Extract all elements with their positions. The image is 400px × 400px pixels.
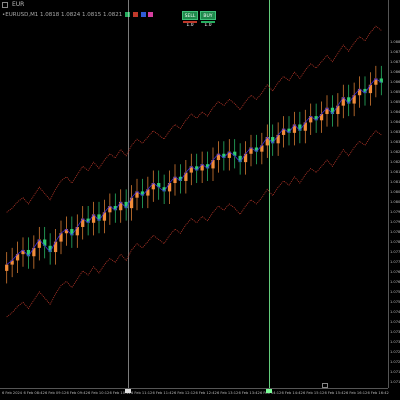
price-label: 1.0775	[390, 250, 400, 254]
time-axis[interactable]: 6 Feb 2024 6 Feb 08:42 6 Feb 09:12 6 Feb 09…	[0, 388, 389, 400]
price-label: 1.0865	[390, 70, 400, 74]
sell-button[interactable]: SELL 1.0	[182, 11, 198, 28]
price-label: 1.0710	[390, 380, 400, 384]
price-label: 1.0735	[390, 330, 400, 334]
price-label: 1.0760	[390, 280, 400, 284]
color-swatch-blue	[140, 12, 146, 17]
price-label: 1.0875	[390, 50, 400, 54]
time-label: 6 Feb 11:42	[152, 391, 174, 395]
time-label: 6 Feb 09:12	[45, 391, 67, 395]
time-label: 6 Feb 10:12	[88, 391, 110, 395]
time-label: 6 Feb 15:12	[303, 391, 325, 395]
envelope-lower-line	[6, 130, 382, 318]
price-label: 1.0730	[390, 340, 400, 344]
price-label: 1.0740	[390, 320, 400, 324]
price-label: 1.0795	[390, 210, 400, 214]
price-label: 1.0810	[390, 180, 400, 184]
price-label: 1.0800	[390, 200, 400, 204]
price-label: 1.0830	[390, 140, 400, 144]
time-label: 6 Feb 12:42	[195, 391, 217, 395]
time-label: 6 Feb 14:42	[281, 391, 303, 395]
time-label: 6 Feb 15:42	[324, 391, 346, 395]
chart-info: •EURUSD,M1 1.0818 1.0824 1.0815 1.0821	[2, 10, 154, 20]
time-label: 6 Feb 08:42	[23, 391, 45, 395]
price-label: 1.0855	[390, 90, 400, 94]
window-title: EUR	[12, 1, 25, 8]
price-label: 1.0835	[390, 130, 400, 134]
price-label: 1.0715	[390, 370, 400, 374]
buy-button[interactable]: BUY 1.0	[200, 11, 216, 28]
price-label: 1.0750	[390, 300, 400, 304]
price-label: 1.0825	[390, 150, 400, 154]
time-label: 6 Feb 13:12	[217, 391, 239, 395]
price-label: 1.0820	[390, 160, 400, 164]
time-label: 6 Feb 16:42	[367, 391, 389, 395]
time-marker-separator-2	[266, 389, 272, 393]
price-label: 1.0765	[390, 270, 400, 274]
price-label: 1.0755	[390, 290, 400, 294]
time-label: 6 Feb 13:42	[238, 391, 260, 395]
envelope-upper-line	[6, 25, 382, 213]
price-label: 1.0725	[390, 350, 400, 354]
candle-body	[5, 264, 9, 271]
color-swatch-red	[132, 12, 138, 17]
color-swatch-pink	[148, 12, 154, 17]
symbol-info: •EURUSD,M1 1.0818 1.0824 1.0815 1.0821	[2, 12, 123, 18]
price-label: 1.0860	[390, 80, 400, 84]
price-label: 1.0840	[390, 120, 400, 124]
price-label: 1.0850	[390, 100, 400, 104]
price-label: 1.0805	[390, 190, 400, 194]
price-label: 1.0815	[390, 170, 400, 174]
time-label: 6 Feb 09:42	[66, 391, 88, 395]
time-label: 6 Feb 12:12	[174, 391, 196, 395]
window-title-bar: EUR	[0, 0, 400, 10]
time-label: 6 Feb 16:12	[346, 391, 368, 395]
price-label: 1.0720	[390, 360, 400, 364]
time-label: 6 Feb 2024	[2, 391, 23, 395]
price-label: 1.0780	[390, 240, 400, 244]
price-label: 1.0845	[390, 110, 400, 114]
price-scale[interactable]: 1.0880 1.0875 1.0870 1.0865 1.0860 1.0855 1.08…	[388, 0, 400, 388]
price-chart[interactable]	[0, 22, 388, 388]
price-label: 1.0770	[390, 260, 400, 264]
moving-average-line	[6, 77, 382, 265]
price-label: 1.0790	[390, 220, 400, 224]
time-label: 6 Feb 11:12	[131, 391, 153, 395]
window-icon[interactable]	[2, 2, 8, 8]
price-label: 1.0870	[390, 60, 400, 64]
price-label: 1.0785	[390, 230, 400, 234]
chart-shift-marker[interactable]	[322, 383, 328, 388]
price-label: 1.0880	[390, 40, 400, 44]
time-marker-separator-1	[125, 389, 131, 393]
price-label: 1.0745	[390, 310, 400, 314]
